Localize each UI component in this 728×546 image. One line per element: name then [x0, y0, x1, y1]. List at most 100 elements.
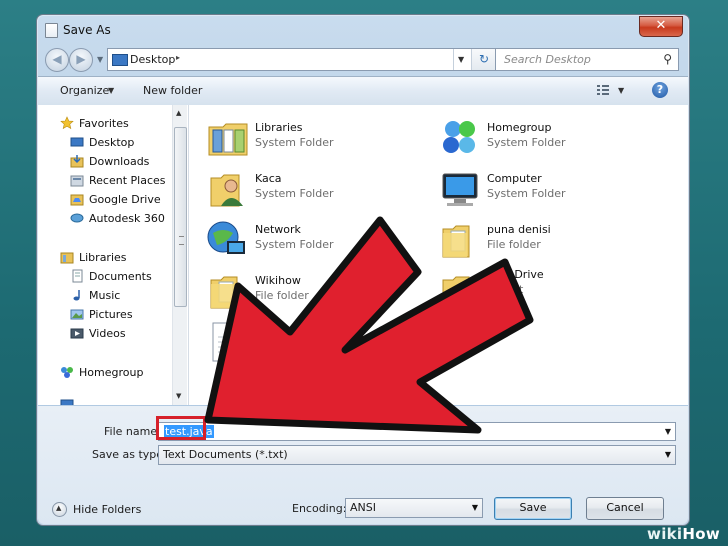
cancel-button[interactable]: Cancel — [586, 497, 664, 520]
downloads-icon — [70, 155, 84, 168]
save-as-dialog: Save As ✕ ◀ ▶ ▼ Desktop ▸ ▼ ↻ ⚲ Organize… — [36, 14, 690, 526]
recent-pages-dropdown[interactable]: ▼ — [97, 55, 103, 64]
file-item-computer[interactable]: Computer System Folder — [437, 166, 657, 216]
desktop-icon — [70, 137, 84, 147]
file-item-network[interactable]: Network System Folder — [205, 217, 425, 267]
file-name: iphon — [255, 325, 286, 338]
sidebar-item-label: Documents — [89, 270, 152, 283]
pictures-icon — [70, 309, 84, 320]
back-button[interactable]: ◀ — [45, 48, 69, 72]
music-icon — [73, 290, 80, 301]
address-location[interactable]: Desktop — [130, 53, 175, 66]
hide-folders-label: Hide Folders — [73, 503, 142, 516]
scrollbar-thumb[interactable] — [174, 127, 187, 307]
file-type: Tex — [255, 340, 273, 353]
file-name: le Drive — [501, 268, 544, 281]
search-input[interactable] — [502, 52, 656, 67]
file-item-google-drive[interactable]: le Drive t — [437, 268, 657, 318]
save-as-type-select[interactable]: Text Documents (*.txt) ▼ — [158, 445, 676, 465]
sidebar-item-label: Homegroup — [79, 366, 144, 379]
view-options-caret-icon[interactable]: ▼ — [618, 86, 624, 95]
save-button[interactable]: Save — [494, 497, 572, 520]
file-item-wikihow[interactable]: Wikihow File folder — [205, 268, 425, 318]
file-name: Homegroup — [487, 121, 552, 134]
file-name-input[interactable]: test.java ▼ — [158, 422, 676, 441]
file-name: Network — [255, 223, 301, 236]
encoding-value: ANSI — [350, 501, 376, 514]
file-type: System Folder — [487, 187, 566, 200]
save-as-type-value: Text Documents (*.txt) — [163, 448, 288, 461]
file-item-homegroup[interactable]: Homegroup System Folder — [437, 115, 657, 165]
encoding-label: Encoding: — [292, 502, 347, 515]
chevron-down-icon[interactable]: ▼ — [665, 427, 671, 436]
organize-button[interactable]: Organize — [60, 84, 109, 97]
file-type: System Folder — [487, 136, 566, 149]
file-type: File folder — [487, 238, 541, 251]
search-icon[interactable]: ⚲ — [663, 52, 672, 66]
forward-button[interactable]: ▶ — [69, 48, 93, 72]
encoding-select[interactable]: ANSI ▼ — [345, 498, 483, 518]
sidebar-item-label: Videos — [89, 327, 126, 340]
scroll-up-icon[interactable]: ▲ — [176, 109, 181, 117]
file-item-iphone[interactable]: iphon Tex 1 — [205, 319, 425, 369]
grip-icon — [179, 236, 184, 245]
file-name: Wikihow — [255, 274, 301, 287]
save-options-panel: File name: test.java ▼ Save as type: Tex… — [38, 406, 688, 524]
homegroup-icon — [61, 367, 73, 378]
sidebar-item-label: Downloads — [89, 155, 150, 168]
navigation-scrollbar[interactable]: ▲ ▼ — [172, 105, 187, 405]
libraries-folder-icon — [208, 123, 248, 156]
forward-arrow-icon: ▶ — [76, 52, 86, 66]
collapse-arrow-icon: ▲ — [52, 502, 67, 517]
file-item-libraries[interactable]: Libraries System Folder — [205, 115, 425, 165]
refresh-button[interactable]: ↻ — [471, 49, 498, 70]
network-icon — [207, 221, 245, 254]
folder-icon — [442, 225, 470, 258]
file-name: Computer — [487, 172, 542, 185]
user-folder-icon — [210, 174, 243, 207]
search-box[interactable]: ⚲ — [495, 48, 679, 71]
sidebar-item-label: Autodesk 360 — [89, 212, 165, 225]
sidebar-item-label: Google Drive — [89, 193, 161, 206]
sidebar-item-label: Desktop — [89, 136, 135, 149]
sidebar-item-label: Pictures — [89, 308, 133, 321]
watermark-logo: wikiHow — [647, 525, 720, 543]
watermark-suffix: How — [682, 525, 720, 543]
close-button[interactable]: ✕ — [639, 16, 683, 37]
change-view-icon[interactable] — [596, 83, 610, 97]
google-drive-icon — [70, 194, 84, 206]
file-item-kaca[interactable]: Kaca System Folder — [205, 166, 425, 216]
chevron-down-icon: ▼ — [664, 450, 671, 459]
computer-icon — [442, 173, 478, 206]
organize-caret-icon[interactable]: ▼ — [108, 86, 114, 95]
file-type: System Folder — [255, 187, 334, 200]
file-type: File folder — [255, 289, 309, 302]
text-file-icon — [212, 322, 244, 362]
sidebar-item-label: Music — [89, 289, 121, 302]
file-name: Kaca — [255, 172, 282, 185]
file-name-label: File name: — [104, 425, 161, 438]
sidebar-item-label: Recent Places — [89, 174, 166, 187]
chevron-down-icon: ▼ — [471, 503, 478, 512]
navigation-bar: ◀ ▶ ▼ Desktop ▸ ▼ ↻ ⚲ — [37, 47, 689, 73]
sidebar-header-label: Libraries — [79, 251, 127, 264]
autodesk-icon — [70, 213, 84, 223]
documents-icon — [72, 269, 83, 283]
title-bar: Save As ✕ — [37, 15, 689, 45]
close-icon: ✕ — [655, 18, 667, 33]
filename-highlight-box — [156, 416, 206, 440]
scroll-down-icon[interactable]: ▼ — [176, 392, 181, 400]
file-name: Libraries — [255, 121, 303, 134]
address-dropdown-button[interactable]: ▼ — [453, 49, 470, 70]
window-title: Save As — [63, 23, 111, 37]
file-item-puna-denisi[interactable]: puna denisi File folder — [437, 217, 657, 267]
save-as-type-label: Save as type: — [92, 448, 167, 461]
sidebar-header-label: Favorites — [79, 117, 129, 130]
videos-icon — [70, 328, 84, 339]
address-bar[interactable]: Desktop ▸ ▼ ↻ — [107, 48, 499, 71]
breadcrumb-chevron-icon[interactable]: ▸ — [176, 53, 180, 62]
navigation-pane: Favorites Desktop Downloads Recent Place… — [38, 105, 189, 405]
new-folder-button[interactable]: New folder — [143, 84, 202, 97]
help-button[interactable]: ? — [652, 82, 668, 98]
file-type: System Folder — [255, 136, 334, 149]
